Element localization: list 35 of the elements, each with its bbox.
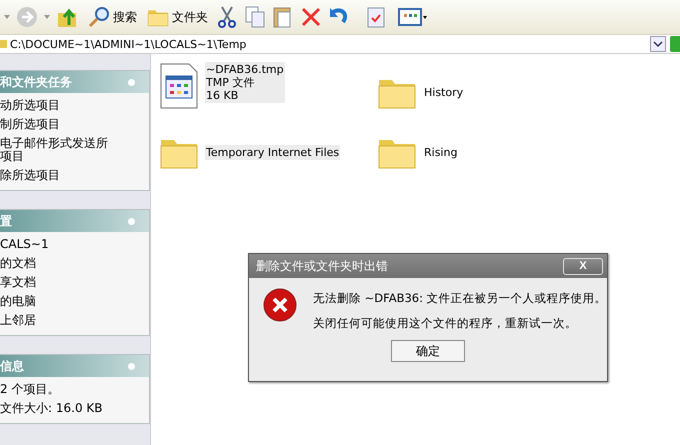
close-button[interactable]: X (563, 258, 603, 274)
folders-button[interactable]: 文件夹 (145, 5, 210, 29)
panel-item[interactable]: 上邻居 (0, 314, 112, 327)
panel-title: 信息 (0, 358, 24, 374)
folder-label[interactable]: Temporary Internet Files (205, 144, 340, 160)
dropdown-icon[interactable] (650, 36, 666, 52)
panel-item[interactable]: 享文档 (0, 276, 112, 289)
ok-button[interactable]: 确定 (391, 340, 465, 362)
file-label[interactable]: ~DFAB36.tmp TMP 文件 16 KB (205, 62, 285, 103)
panel-title: 置 (0, 212, 12, 230)
folder-icon (0, 39, 8, 49)
search-icon (88, 6, 110, 28)
delete-icon[interactable] (300, 6, 322, 28)
error-hint: 关闭任何可能使用这个文件的程序，重新试一次。 (313, 316, 578, 331)
views-icon[interactable] (398, 7, 428, 27)
panel-item[interactable]: CALS~1 (0, 238, 112, 251)
dialog-title: 删除文件或文件夹时出错 (256, 258, 388, 274)
panel-title: 和文件夹任务 (0, 74, 72, 90)
panel-item[interactable]: 动所选项目 (0, 99, 112, 112)
folder-label[interactable]: Rising (423, 144, 458, 160)
file-icon[interactable] (159, 62, 199, 110)
panel-item[interactable]: 文件大小: 16.0 KB (0, 402, 112, 415)
error-message: 无法删除 ~DFAB36: 文件正在被另一个人或程序使用。 (313, 291, 607, 306)
folder-label[interactable]: History (423, 84, 464, 100)
panel-item[interactable]: 的文档 (0, 257, 112, 270)
panel-item[interactable]: 的电脑 (0, 295, 112, 308)
address-path[interactable]: C:\DOCUME~1\ADMINI~1\LOCALS~1\Temp (8, 38, 650, 50)
copy-icon[interactable] (244, 5, 266, 29)
panel-item[interactable]: 电子邮件形式发送所项目 (0, 137, 112, 163)
panel-item[interactable]: 2 个项目。 (0, 383, 112, 396)
panel-item[interactable]: 除所选项目 (0, 169, 112, 182)
scissors-icon[interactable] (216, 5, 238, 29)
panel-item[interactable]: 制所选项目 (0, 118, 112, 131)
search-button[interactable]: 搜索 (86, 4, 139, 30)
error-icon (263, 288, 297, 322)
